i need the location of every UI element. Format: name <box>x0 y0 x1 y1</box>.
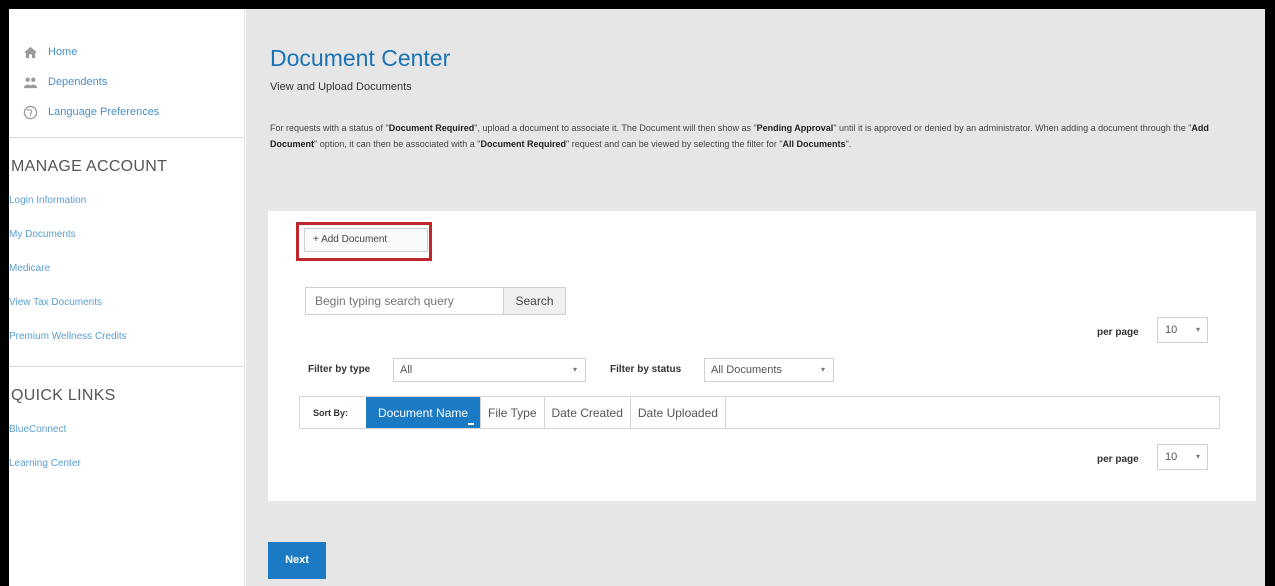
add-document-button[interactable]: + Add Document <box>304 228 428 252</box>
main-content: Document Center View and Upload Document… <box>246 9 1265 586</box>
nav-dependents-label: Dependents <box>48 76 108 88</box>
chevron-down-icon: ▾ <box>820 365 825 374</box>
documents-panel: + Add Document Search per page 10 ▾ Filt… <box>268 211 1256 501</box>
filter-type-label: Filter by type <box>308 364 371 375</box>
sort-option-date-uploaded[interactable]: Date Uploaded <box>631 397 726 428</box>
search-button[interactable]: Search <box>503 287 566 315</box>
link-blueconnect[interactable]: BlueConnect <box>9 421 244 455</box>
nav-language-label: Language Preferences <box>48 106 160 118</box>
link-medicare[interactable]: Medicare <box>9 260 244 294</box>
primary-nav: Home Dependents Language Preferences <box>9 9 244 127</box>
search-input[interactable] <box>305 287 504 315</box>
per-page-label-bottom: per page <box>1097 454 1139 465</box>
filter-status-label: Filter by status <box>610 364 682 375</box>
sort-by-label: Sort By: <box>313 407 349 418</box>
quick-links-heading: QUICK LINKS <box>11 387 116 404</box>
filter-status-value: All Documents <box>711 364 782 376</box>
nav-item-home[interactable]: Home <box>23 37 244 67</box>
link-login-information[interactable]: Login Information <box>9 192 244 226</box>
link-learning-center[interactable]: Learning Center <box>9 455 244 489</box>
manage-account-links: Login Information My Documents Medicare … <box>9 192 244 362</box>
page-subtitle: View and Upload Documents <box>270 81 412 93</box>
link-my-documents[interactable]: My Documents <box>9 226 244 260</box>
globe-icon <box>23 105 38 119</box>
per-page-select-top[interactable]: 10 ▾ <box>1157 317 1208 343</box>
quick-links: BlueConnect Learning Center <box>9 421 244 489</box>
filter-type-value: All <box>400 364 413 376</box>
divider <box>9 366 245 367</box>
sort-option-file-type[interactable]: File Type <box>481 397 545 428</box>
sort-bar: Sort By: Document Name File Type Date Cr… <box>299 396 1220 429</box>
chevron-down-icon: ▾ <box>1195 325 1200 334</box>
chevron-down-icon: ▾ <box>1195 452 1200 461</box>
sort-option-document-name[interactable]: Document Name <box>366 397 482 428</box>
divider <box>9 137 245 138</box>
page-title: Document Center <box>270 45 451 71</box>
per-page-label-top: per page <box>1097 327 1139 338</box>
next-button[interactable]: Next <box>268 542 326 579</box>
intro-text: For requests with a status of "Document … <box>270 123 1209 149</box>
per-page-select-bottom[interactable]: 10 ▾ <box>1157 444 1208 470</box>
people-icon <box>23 77 38 88</box>
chevron-down-icon: ▾ <box>572 365 577 374</box>
nav-item-dependents[interactable]: Dependents <box>23 67 244 97</box>
nav-home-label: Home <box>48 46 78 58</box>
sidebar: Home Dependents Language Preferences MAN… <box>9 9 245 586</box>
per-page-value-top: 10 <box>1165 324 1178 336</box>
home-icon <box>23 46 38 58</box>
per-page-value-bottom: 10 <box>1165 451 1178 463</box>
sort-option-date-created[interactable]: Date Created <box>545 397 631 428</box>
manage-account-heading: MANAGE ACCOUNT <box>11 158 168 175</box>
filter-type-select[interactable]: All ▾ <box>393 358 586 382</box>
filter-status-select[interactable]: All Documents ▾ <box>704 358 834 382</box>
nav-item-language-preferences[interactable]: Language Preferences <box>23 97 244 127</box>
link-premium-wellness-credits[interactable]: Premium Wellness Credits <box>9 328 244 362</box>
link-view-tax-documents[interactable]: View Tax Documents <box>9 294 244 328</box>
app-frame: Home Dependents Language Preferences MAN… <box>9 9 1265 586</box>
